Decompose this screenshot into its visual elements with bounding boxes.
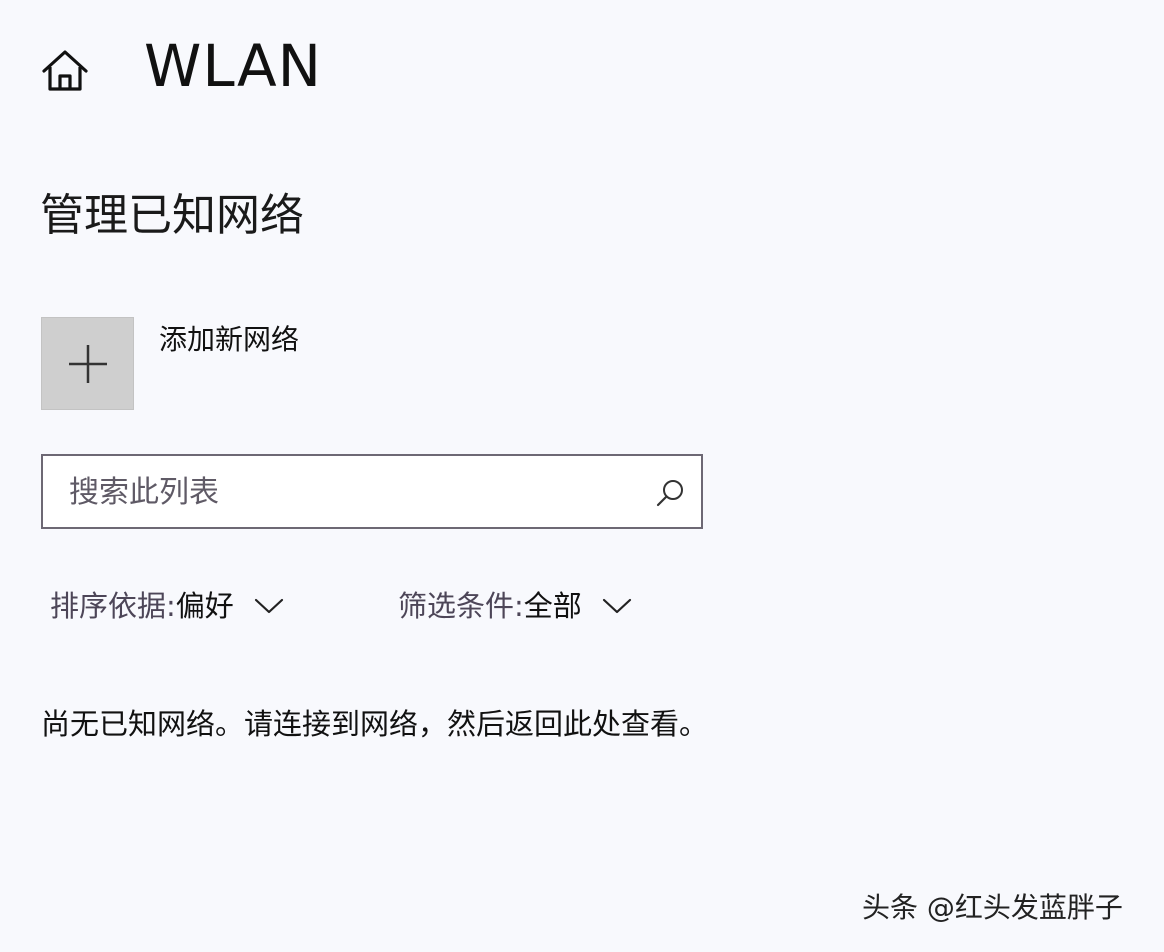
sort-dropdown[interactable]: 排序依据: 偏好 [50, 584, 284, 628]
search-input[interactable] [69, 468, 639, 516]
section-heading: 管理已知网络 [40, 190, 304, 241]
filter-value: 全部 [523, 589, 582, 623]
add-network-label[interactable]: 添加新网络 [159, 321, 299, 359]
home-icon [42, 50, 88, 91]
empty-state-message: 尚无已知网络。请连接到网络，然后返回此处查看。 [41, 707, 709, 741]
chevron-down-icon [602, 598, 631, 614]
search-icon[interactable] [655, 478, 685, 508]
add-network-button[interactable] [41, 317, 134, 410]
plus-icon [69, 345, 107, 383]
chevron-down-icon [254, 598, 283, 614]
sort-label: 排序依据: [50, 589, 176, 623]
filter-label: 筛选条件: [398, 589, 524, 623]
watermark: 头条 @红头发蓝胖子 [862, 891, 1123, 924]
filter-dropdown[interactable]: 筛选条件: 全部 [398, 584, 632, 628]
home-button[interactable] [40, 48, 90, 94]
search-box[interactable] [41, 454, 703, 529]
page-title: WLAN [144, 32, 323, 100]
sort-value: 偏好 [175, 589, 234, 623]
